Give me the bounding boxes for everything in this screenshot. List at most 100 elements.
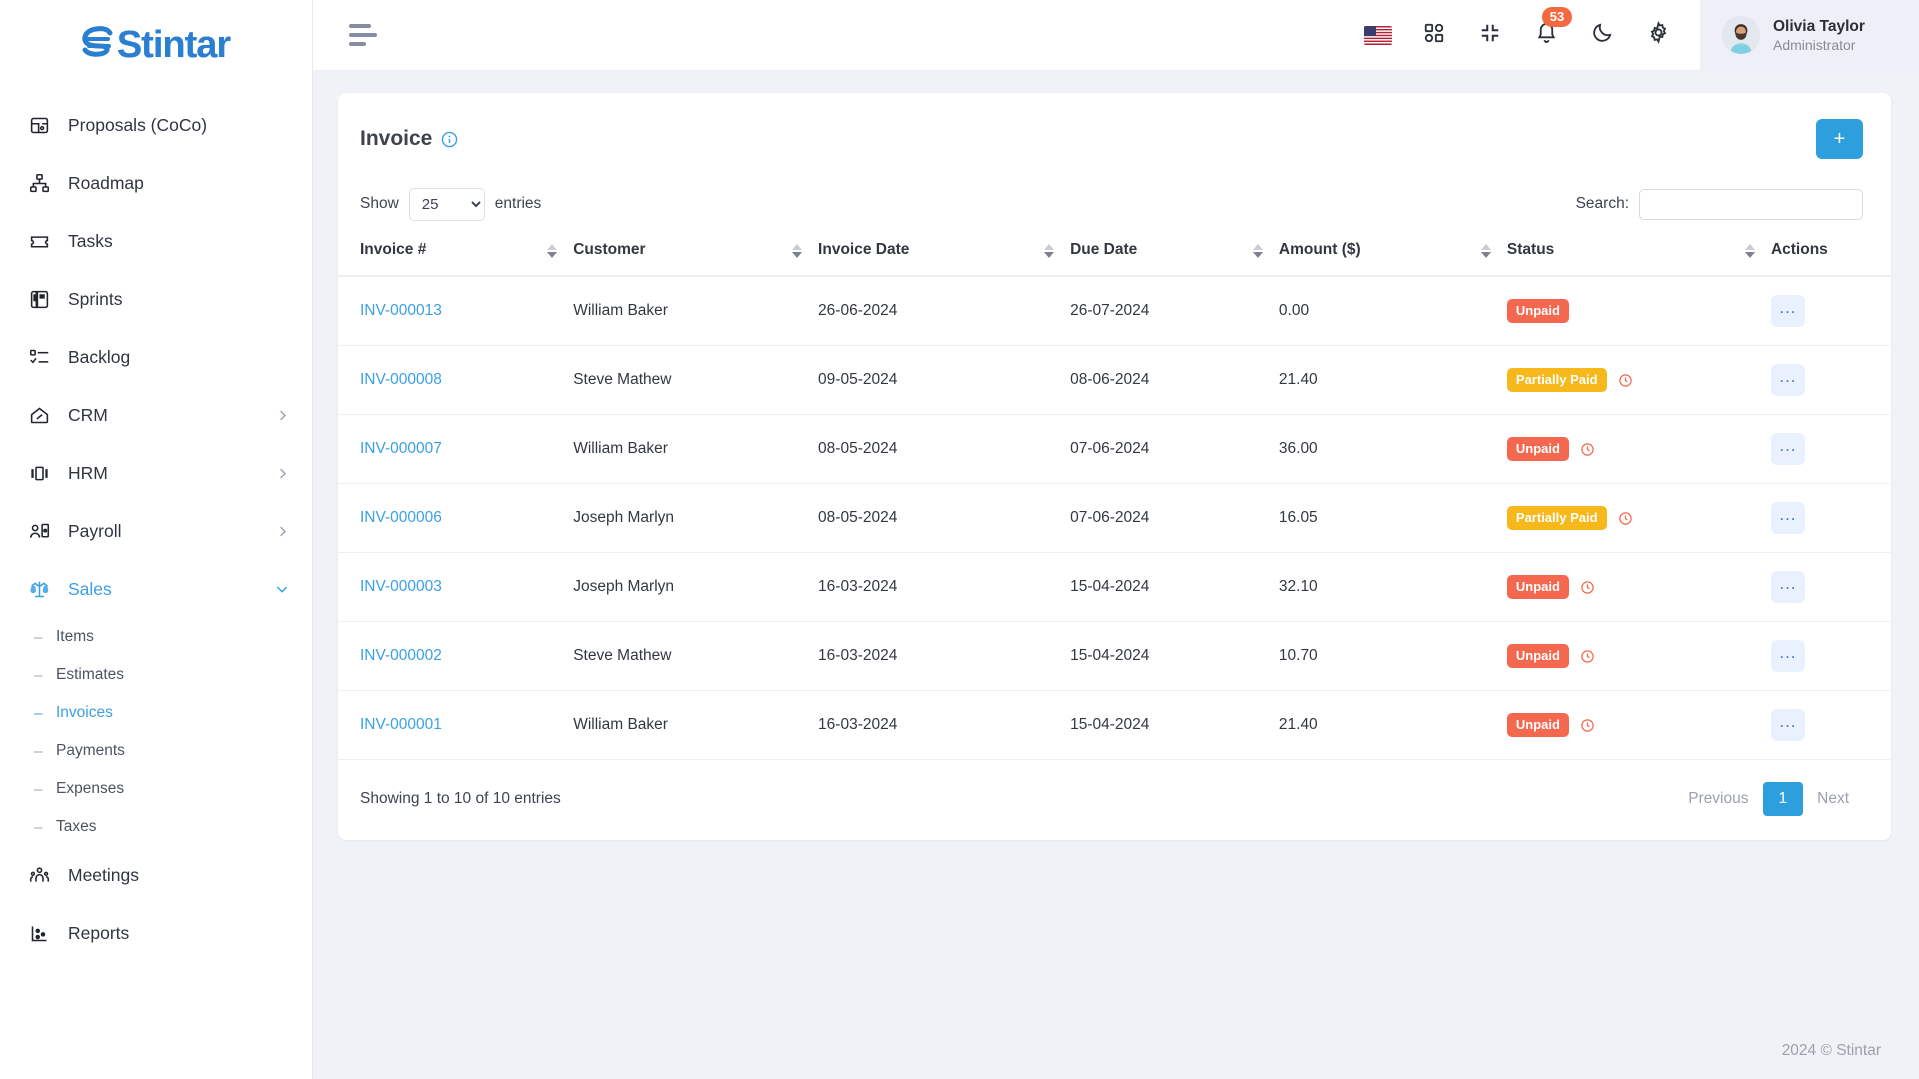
row-actions-button[interactable]: ... xyxy=(1770,295,1805,327)
cell-status: Unpaid xyxy=(1506,414,1771,484)
sidebar-item-label: CRM xyxy=(68,404,108,425)
sidebar-item-meetings[interactable]: Meetings xyxy=(0,846,312,904)
pagination-next[interactable]: Next xyxy=(1803,782,1863,816)
info-circle-icon[interactable] xyxy=(441,131,458,148)
invoice-link[interactable]: INV-000002 xyxy=(360,647,442,664)
add-invoice-button[interactable]: + xyxy=(1816,119,1863,159)
dash-icon: – xyxy=(34,742,43,760)
search-input[interactable] xyxy=(1639,188,1863,220)
table-controls: Show 102550100 entries Search: xyxy=(338,181,1891,227)
column-header-amount[interactable]: Amount ($) xyxy=(1278,227,1507,277)
sidebar-item-hrm[interactable]: HRM xyxy=(0,444,312,502)
notification-badge: 53 xyxy=(1542,7,1572,27)
sort-icon xyxy=(1044,244,1055,258)
sidebar-item-reports[interactable]: Reports xyxy=(0,904,312,962)
collapse-screen-icon xyxy=(1479,22,1501,49)
sidebar-item-label: HRM xyxy=(68,462,108,483)
cell-customer: Steve Mathew xyxy=(573,345,819,415)
sidebar-subitem-taxes[interactable]: – Taxes xyxy=(0,808,312,846)
cell-invoice: INV-000006 xyxy=(338,483,574,553)
invoice-link[interactable]: INV-000001 xyxy=(360,716,442,733)
column-header-customer[interactable]: Customer xyxy=(573,227,819,277)
sort-icon xyxy=(547,244,558,258)
sidebar-item-roadmap[interactable]: Roadmap xyxy=(0,154,312,212)
dash-icon: – xyxy=(34,628,43,646)
sidebar-subitem-expenses[interactable]: – Expenses xyxy=(0,770,312,808)
brand-label: Stintar xyxy=(116,23,231,66)
sidebar-item-proposals[interactable]: Proposals (CoCo) xyxy=(0,96,312,154)
invoice-link[interactable]: INV-000003 xyxy=(360,578,442,595)
dash-icon: – xyxy=(34,780,43,798)
hamburger-icon[interactable] xyxy=(349,24,377,46)
moon-dark-mode-icon xyxy=(1591,21,1614,49)
invoice-link[interactable]: INV-000008 xyxy=(360,371,442,388)
column-header-invoice-date[interactable]: Invoice Date xyxy=(818,227,1071,277)
row-actions-button[interactable]: ... xyxy=(1770,364,1805,396)
table-row: INV-000006 Joseph Marlyn 08-05-2024 07-06-2… xyxy=(338,483,1891,553)
cell-due-date: 08-06-2024 xyxy=(1070,345,1279,415)
row-actions-button[interactable]: ... xyxy=(1770,709,1805,741)
column-header-invoice[interactable]: Invoice # xyxy=(338,227,574,277)
status-badge: Unpaid xyxy=(1506,644,1569,668)
settings-button[interactable] xyxy=(1642,19,1674,51)
sidebar-item-tasks[interactable]: Tasks xyxy=(0,212,312,270)
invoice-link[interactable]: INV-000013 xyxy=(360,302,442,319)
sidebar-item-payroll[interactable]: Payroll xyxy=(0,502,312,560)
cell-status: Unpaid xyxy=(1506,552,1771,622)
user-role: Administrator xyxy=(1773,36,1856,53)
cell-invoice-date: 16-03-2024 xyxy=(818,621,1071,691)
sidebar-subitem-items[interactable]: – Items xyxy=(0,618,312,656)
sidebar-subitem-invoices[interactable]: – Invoices xyxy=(0,694,312,732)
sidebar-item-label: Meetings xyxy=(68,864,140,885)
row-actions-button[interactable]: ... xyxy=(1770,640,1805,672)
sidebar-subitem-label: Items xyxy=(56,628,94,645)
column-header-due-date[interactable]: Due Date xyxy=(1070,227,1279,277)
user-profile[interactable]: Olivia Taylor Administrator xyxy=(1700,0,1919,71)
sidebar-item-backlog[interactable]: Backlog xyxy=(0,328,312,386)
cell-customer: Steve Mathew xyxy=(573,621,819,691)
sales-icon xyxy=(26,576,52,602)
sidebar-item-sprints[interactable]: Sprints xyxy=(0,270,312,328)
gear-icon xyxy=(1647,21,1670,49)
cell-actions: ... xyxy=(1770,414,1891,484)
table-row: INV-000003 Joseph Marlyn 16-03-2024 15-04-2… xyxy=(338,552,1891,622)
cell-customer: Joseph Marlyn xyxy=(573,552,819,622)
language-selector[interactable] xyxy=(1362,19,1394,51)
apps-button[interactable] xyxy=(1418,19,1450,51)
invoice-link[interactable]: INV-000007 xyxy=(360,440,442,457)
theme-toggle[interactable] xyxy=(1586,19,1618,51)
pagination-previous[interactable]: Previous xyxy=(1674,782,1762,816)
page-length-control: Show 102550100 entries xyxy=(360,187,541,221)
cell-invoice-date: 26-06-2024 xyxy=(818,276,1071,346)
proposal-icon xyxy=(26,112,52,138)
cell-amount: 10.70 xyxy=(1278,621,1507,691)
row-actions-button[interactable]: ... xyxy=(1770,502,1805,534)
cell-actions: ... xyxy=(1770,621,1891,691)
user-info: Olivia Taylor Administrator xyxy=(1773,17,1865,54)
notifications-button[interactable]: 53 xyxy=(1530,7,1572,51)
cell-invoice-date: 09-05-2024 xyxy=(818,345,1071,415)
column-header-status[interactable]: Status xyxy=(1506,227,1771,277)
table-row: INV-000013 William Baker 26-06-2024 26-07-2… xyxy=(338,276,1891,346)
invoice-link[interactable]: INV-000006 xyxy=(360,509,442,526)
sidebar-item-sales[interactable]: Sales xyxy=(0,560,312,618)
sort-icon xyxy=(792,244,803,258)
invoice-table: Invoice # Customer Invoice Date Due Date… xyxy=(338,227,1891,760)
page-length-select[interactable]: 102550100 xyxy=(408,187,485,221)
chevron-right-icon xyxy=(275,524,290,539)
row-actions-button[interactable]: ... xyxy=(1770,433,1805,465)
sidebar-subitem-estimates[interactable]: – Estimates xyxy=(0,656,312,694)
fullscreen-toggle[interactable] xyxy=(1474,19,1506,51)
pagination-info: Showing 1 to 10 of 10 entries xyxy=(360,790,561,807)
us-flag-icon xyxy=(1364,25,1392,45)
pagination-page-1[interactable]: 1 xyxy=(1762,782,1804,816)
payroll-icon xyxy=(26,518,52,544)
sidebar-subitem-payments[interactable]: – Payments xyxy=(0,732,312,770)
row-actions-button[interactable]: ... xyxy=(1770,571,1805,603)
sidebar-subitem-label: Payments xyxy=(56,742,125,759)
sidebar-item-crm[interactable]: CRM xyxy=(0,386,312,444)
sidebar-item-label: Payroll xyxy=(68,520,122,541)
cell-amount: 21.40 xyxy=(1278,690,1507,760)
brand-logo[interactable]: Stintar xyxy=(0,0,312,90)
invoice-card: Invoice + Show 102550100 entries xyxy=(338,93,1891,840)
